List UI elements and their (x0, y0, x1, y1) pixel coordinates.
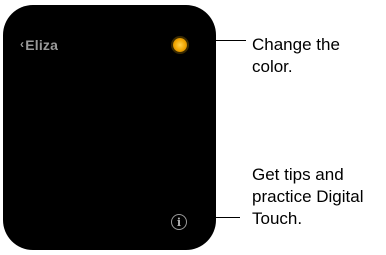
callout-color-line-2: color. (252, 57, 293, 76)
callout-tips-line-2: practice Digital (252, 187, 364, 206)
chevron-left-icon: ‹ (20, 37, 25, 51)
callout-line-color (190, 40, 246, 41)
callout-tips-line-1: Get tips and (252, 165, 344, 184)
back-label: Eliza (25, 37, 59, 53)
callout-tips-text: Get tips and practice Digital Touch. (252, 164, 386, 230)
callout-line-tips (188, 217, 240, 218)
info-glyph: i (176, 215, 182, 229)
watch-screen: ‹ Eliza i (3, 5, 216, 250)
callout-tips-line-3: Touch. (252, 209, 303, 228)
back-button[interactable]: ‹ Eliza (20, 37, 58, 53)
callout-color-line-1: Change the (252, 35, 340, 54)
callout-color-text: Change the color. (252, 34, 382, 78)
color-picker-button[interactable] (173, 38, 187, 52)
info-icon[interactable]: i (171, 214, 187, 230)
